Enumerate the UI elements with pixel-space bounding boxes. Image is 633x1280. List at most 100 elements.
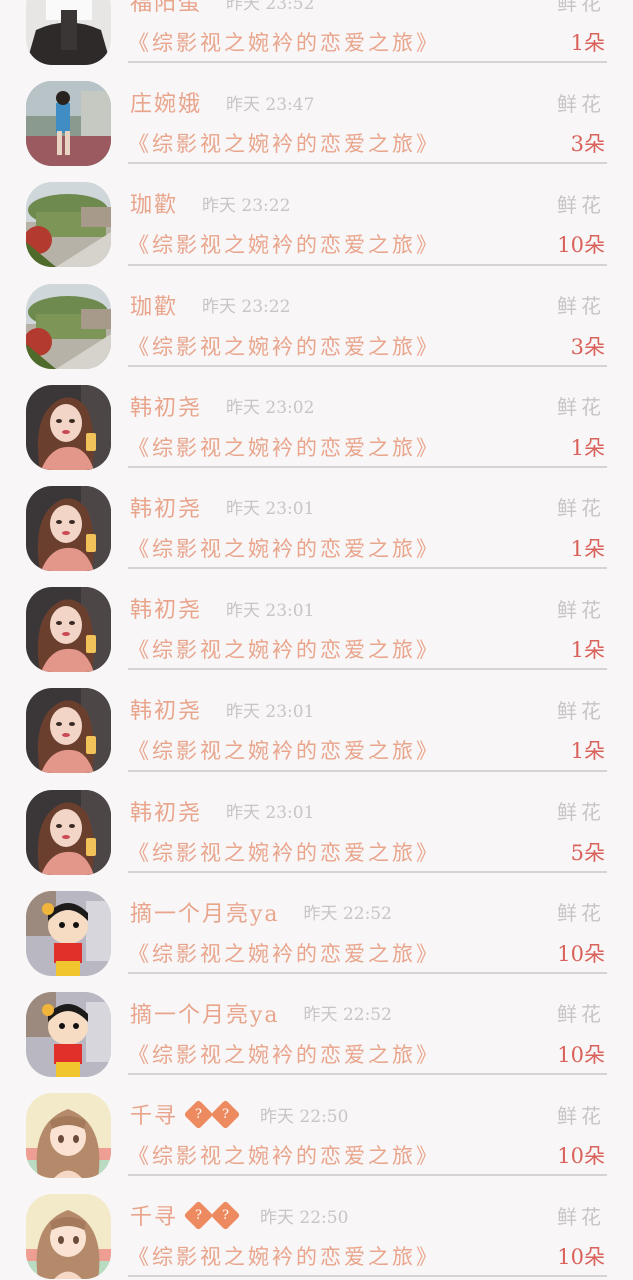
book-title[interactable]: 《综影视之婉衿的恋爱之旅》 [128,634,440,664]
avatar[interactable] [26,587,111,673]
avatar[interactable] [26,1194,111,1280]
book-title[interactable]: 《综影视之婉衿的恋爱之旅》 [128,938,440,968]
user-name[interactable]: 千寻 [130,1098,178,1130]
avatar[interactable] [26,81,111,167]
gift-detail-line: 《综影视之婉衿的恋爱之旅》 1朵 [128,632,605,666]
book-title[interactable]: 《综影视之婉衿的恋爱之旅》 [128,128,440,158]
timestamp: 昨天 22:50 [260,1207,349,1228]
gift-count: 1朵 [570,31,605,55]
user-name[interactable]: 摘一个月亮ya [130,896,280,928]
timestamp: 昨天 23:52 [226,0,315,14]
gift-info: 福阳蛋 昨天 23:52 鲜花《综影视之婉衿的恋爱之旅》 1朵 [128,0,607,64]
gift-count: 1朵 [570,435,605,460]
gift-type: 鲜花 [557,1204,605,1229]
list-item[interactable]: 摘一个月亮ya 昨天 22:52 鲜花 《综影视之婉衿的恋爱之旅》 10朵 [0,873,633,976]
gift-type: 鲜花 [557,597,605,622]
question-badge-icon: ? [210,1200,241,1231]
user-name[interactable]: 福阳蛋 [130,0,202,17]
gift-header-line: 庄婉娥 昨天 23:47 鲜花 [130,85,605,119]
list-item[interactable]: 韩初尧 昨天 23:01 鲜花 《综影视之婉衿的恋爱之旅》 1朵 [0,670,633,774]
gift-count: 10朵 [557,1042,605,1067]
avatar[interactable] [26,991,111,1077]
gift-type: 鲜花 [557,496,605,521]
user-name[interactable]: 庄婉娥 [130,86,202,118]
gift-header-line: 摘一个月亮ya 昨天 22:52 鲜花 [130,895,605,929]
user-name[interactable]: 韩初尧 [130,693,202,725]
gift-type: 鲜花 [557,698,605,723]
gift-count: 1朵 [570,536,605,561]
list-item[interactable]: 珈歡 昨天 23:22 鲜花 《综影视之婉衿的恋爱之旅》 3朵 [0,266,633,369]
gift-info: 韩初尧 昨天 23:02 鲜花《综影视之婉衿的恋爱之旅》 1朵 [128,367,607,468]
gift-type: 鲜花 [557,800,605,824]
timestamp: 昨天 22:50 [260,1106,349,1127]
user-name[interactable]: 韩初尧 [130,390,202,422]
timestamp: 昨天 23:01 [226,499,315,520]
book-title[interactable]: 《综影视之婉衿的恋爱之旅》 [128,1140,440,1170]
list-item[interactable]: 庄婉娥 昨天 23:47 鲜花 《综影视之婉衿的恋爱之旅》 3朵 [0,63,633,167]
gift-info: 韩初尧 昨天 23:01 鲜花《综影视之婉衿的恋爱之旅》 1朵 [128,569,607,671]
avatar[interactable] [26,485,111,571]
gift-header-line: 韩初尧 昨天 23:02 鲜花 [130,389,605,423]
gift-detail-line: 《综影视之婉衿的恋爱之旅》 10朵 [128,1239,605,1273]
list-item[interactable]: 千寻?? 昨天 22:50 鲜花《综影视之婉衿的恋爱之旅》 10朵 [0,1176,633,1280]
avatar[interactable] [26,789,111,875]
book-title[interactable]: 《综影视之婉衿的恋爱之旅》 [128,533,440,563]
gift-detail-line: 《综影视之婉衿的恋爱之旅》 3朵 [128,126,605,160]
book-title[interactable]: 《综影视之婉衿的恋爱之旅》 [128,432,440,462]
list-item[interactable]: 韩初尧 昨天 23:01 鲜花《综影视之婉衿的恋爱之旅》 5朵 [0,772,633,875]
avatar[interactable] [26,283,111,369]
gift-info: 韩初尧 昨天 23:01 鲜花《综影视之婉衿的恋爱之旅》 1朵 [128,468,607,570]
list-item[interactable]: 千寻?? 昨天 22:50 鲜花 《综影视之婉衿的恋爱之旅》 10朵 [0,1075,633,1179]
avatar[interactable] [26,890,111,976]
gift-detail-line: 《综影视之婉衿的恋爱之旅》 10朵 [128,1037,605,1071]
gift-type: 鲜花 [557,1103,605,1128]
gift-count: 10朵 [557,1245,605,1270]
book-title[interactable]: 《综影视之婉衿的恋爱之旅》 [128,1039,440,1069]
timestamp: 昨天 22:52 [303,1005,392,1026]
timestamp: 昨天 23:01 [226,803,315,823]
gift-type: 鲜花 [557,192,605,217]
list-item[interactable]: 摘一个月亮ya 昨天 22:52 鲜花 《综影视之婉衿的恋爱之旅》 10朵 [0,974,633,1077]
gift-info: 千寻?? 昨天 22:50 鲜花《综影视之婉衿的恋爱之旅》 10朵 [128,1176,607,1278]
question-badge-icon: ? [183,1200,214,1231]
user-name[interactable]: 摘一个月亮ya [130,997,280,1029]
avatar[interactable] [26,1093,111,1179]
question-badge-icon: ? [183,1099,214,1129]
gift-info: 摘一个月亮ya 昨天 22:52 鲜花 《综影视之婉衿的恋爱之旅》 10朵 [128,974,607,1076]
avatar[interactable] [26,688,111,774]
book-title[interactable]: 《综影视之婉衿的恋爱之旅》 [128,229,440,259]
gift-detail-line: 《综影视之婉衿的恋爱之旅》 10朵 [128,227,605,261]
gift-header-line: 韩初尧 昨天 23:01 鲜花 [130,591,605,625]
book-title[interactable]: 《综影视之婉衿的恋爱之旅》 [128,837,440,867]
list-item[interactable]: 韩初尧 昨天 23:01 鲜花《综影视之婉衿的恋爱之旅》 1朵 [0,569,633,673]
gift-count: 3朵 [570,132,605,157]
user-name[interactable]: 珈歡 [130,187,178,219]
list-item[interactable]: 韩初尧 昨天 23:02 鲜花《综影视之婉衿的恋爱之旅》 1朵 [0,367,633,470]
book-title[interactable]: 《综影视之婉衿的恋爱之旅》 [128,735,440,765]
user-name[interactable]: 珈歡 [130,289,178,321]
gift-detail-line: 《综影视之婉衿的恋爱之旅》 1朵 [128,733,605,767]
list-item[interactable]: 福阳蛋 昨天 23:52 鲜花《综影视之婉衿的恋爱之旅》 1朵 [0,0,633,65]
user-name[interactable]: 千寻 [130,1199,178,1231]
list-item[interactable]: 韩初尧 昨天 23:01 鲜花《综影视之婉衿的恋爱之旅》 1朵 [0,468,633,571]
gift-type: 鲜花 [557,901,605,926]
avatar[interactable] [26,182,111,268]
gift-header-line: 珈歡 昨天 23:22 鲜花 [130,186,605,220]
book-title[interactable]: 《综影视之婉衿的恋爱之旅》 [128,27,440,57]
book-title[interactable]: 《综影视之婉衿的恋爱之旅》 [128,1241,440,1271]
gift-type: 鲜花 [557,0,605,15]
user-name[interactable]: 韩初尧 [130,592,202,624]
timestamp: 昨天 23:01 [226,600,315,621]
timestamp: 昨天 23:47 [226,94,315,115]
user-name[interactable]: 韩初尧 [130,491,202,523]
avatar[interactable] [26,384,111,470]
list-item[interactable]: 珈歡 昨天 23:22 鲜花《综影视之婉衿的恋爱之旅》 10朵 [0,164,633,268]
gift-header-line: 珈歡 昨天 23:22 鲜花 [130,288,605,322]
book-title[interactable]: 《综影视之婉衿的恋爱之旅》 [128,331,440,361]
avatar[interactable] [26,0,111,65]
user-name[interactable]: 韩初尧 [130,795,202,827]
gift-count: 10朵 [557,233,605,258]
gift-count: 5朵 [570,840,605,865]
gift-detail-line: 《综影视之婉衿的恋爱之旅》 5朵 [128,835,605,869]
gift-detail-line: 《综影视之婉衿的恋爱之旅》 1朵 [128,430,605,464]
